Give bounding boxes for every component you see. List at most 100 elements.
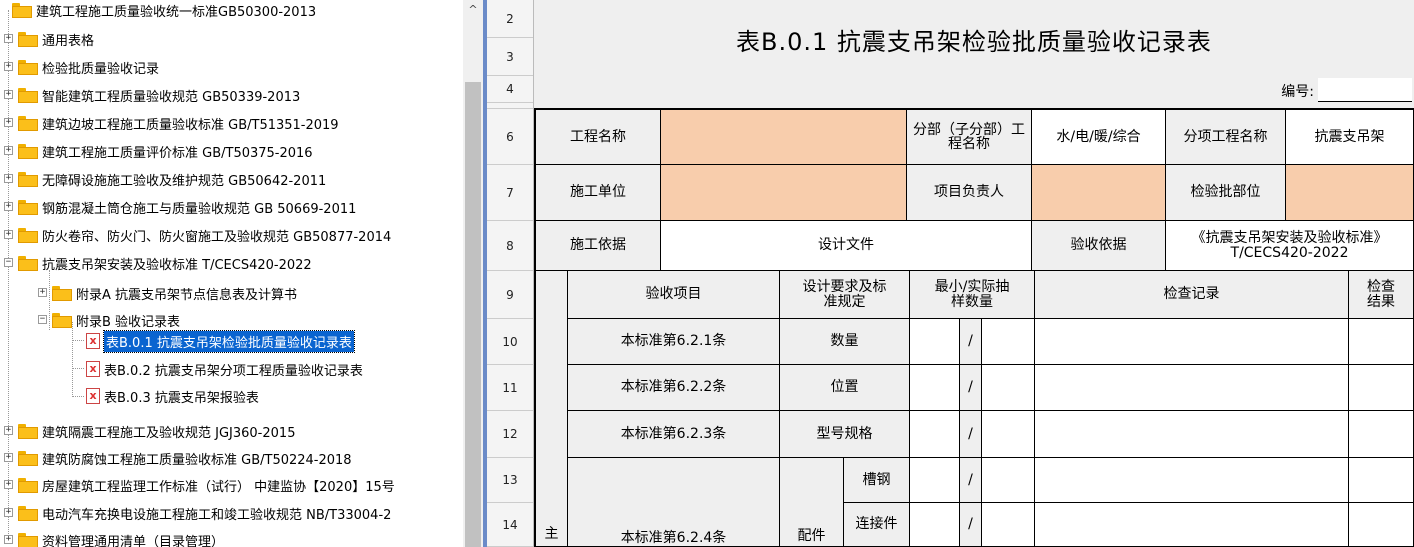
expand-icon[interactable]: + xyxy=(4,90,13,99)
min-sample-cell[interactable] xyxy=(910,503,960,547)
actual-sample-cell[interactable] xyxy=(982,503,1035,547)
tree-item[interactable]: 建筑工程施工质量评价标准 GB/T50375-2016 xyxy=(18,141,313,161)
tree-item-appendix-a[interactable]: 附录A 抗震支吊架节点信息表及计算书 xyxy=(52,283,297,303)
manager-label: 项目负责人 xyxy=(907,165,1032,221)
expand-icon[interactable]: + xyxy=(4,480,13,489)
expand-icon[interactable]: + xyxy=(4,146,13,155)
result-cell[interactable] xyxy=(1349,319,1414,365)
row-header[interactable]: 8 xyxy=(487,221,533,271)
record-cell[interactable] xyxy=(1035,503,1349,547)
tree-label: 电动汽车充换电设施工程施工和竣工验收规范 NB/T33004-2 xyxy=(42,507,392,523)
project-name-input[interactable] xyxy=(661,110,907,165)
row-header[interactable]: 3 xyxy=(487,38,533,76)
row-header[interactable]: 14 xyxy=(487,503,533,547)
tree-file-b03[interactable]: x 表B.0.3 抗震支吊架报验表 xyxy=(86,386,259,406)
record-cell[interactable] xyxy=(1035,365,1349,411)
tree-label: 建筑边坡工程施工质量验收标准 GB/T51351-2019 xyxy=(42,117,339,133)
expand-icon[interactable]: + xyxy=(4,118,13,127)
tree-item[interactable]: 检验批质量验收记录 xyxy=(18,57,159,77)
tree-connector xyxy=(49,270,50,330)
row-header[interactable]: 6 xyxy=(487,109,533,165)
slash-cell: / xyxy=(960,319,982,365)
expand-icon[interactable]: + xyxy=(4,535,13,544)
expand-icon[interactable]: + xyxy=(38,288,47,297)
row-header[interactable]: 4 xyxy=(487,76,533,103)
folder-icon xyxy=(18,450,38,466)
contractor-input[interactable] xyxy=(661,165,907,221)
tree-item[interactable]: 建筑防腐蚀工程施工质量验收标准 GB/T50224-2018 xyxy=(18,448,352,468)
row-header[interactable]: 13 xyxy=(487,458,533,503)
expand-icon[interactable]: + xyxy=(4,62,13,71)
tree-scrollbar[interactable]: ^ xyxy=(463,0,483,547)
actual-sample-cell[interactable] xyxy=(982,411,1035,458)
sub-item-value[interactable]: 抗震支吊架 xyxy=(1286,110,1414,165)
row-header[interactable]: 10 xyxy=(487,319,533,365)
scrollbar-thumb[interactable] xyxy=(465,82,481,547)
tree-item-seismic-standard[interactable]: 抗震支吊架安装及验收标准 T/CECS420-2022 xyxy=(18,253,312,273)
row-header[interactable]: 11 xyxy=(487,365,533,411)
result-cell[interactable] xyxy=(1349,411,1414,458)
requirement-cell: 槽钢 xyxy=(844,458,910,503)
tree-file-b02[interactable]: x 表B.0.2 抗震支吊架分项工程质量验收记录表 xyxy=(86,359,363,379)
tree-item[interactable]: 建筑隔震工程施工及验收规范 JGJ360-2015 xyxy=(18,421,295,441)
expand-icon[interactable]: + xyxy=(4,230,13,239)
row-header[interactable]: 9 xyxy=(487,271,533,319)
actual-sample-cell[interactable] xyxy=(982,458,1035,503)
sheet-grid[interactable]: 表B.0.1 抗震支吊架检验批质量验收记录表 编号: 工程名称 分部（子分部）工… xyxy=(534,0,1414,547)
result-cell[interactable] xyxy=(1349,503,1414,547)
tree-item[interactable]: 钢筋混凝土筒仓施工与质量验收规范 GB 50669-2011 xyxy=(18,197,356,217)
collapse-icon[interactable]: − xyxy=(38,315,47,324)
batch-location-label: 检验批部位 xyxy=(1166,165,1286,221)
acceptance-basis-value[interactable]: 《抗震支吊架安装及验收标准》T/CECS420-2022 xyxy=(1166,221,1414,271)
tree-item-appendix-b[interactable]: 附录B 验收记录表 xyxy=(52,310,180,330)
tree-item[interactable]: 房屋建筑工程监理工作标准（试行） 中建监协【2020】15号 xyxy=(18,475,395,495)
sample-header: 最小/实际抽样数量 xyxy=(910,271,1035,319)
expand-icon[interactable]: + xyxy=(4,174,13,183)
tree-item-general-forms[interactable]: 通用表格 xyxy=(18,29,94,49)
clause-cell: 本标准第6.2.2条 xyxy=(568,365,780,411)
record-cell[interactable] xyxy=(1035,411,1349,458)
tree-item[interactable]: 资料管理通用清单（目录管理） xyxy=(18,530,224,547)
file-tree[interactable]: 建筑工程施工质量验收统一标准GB50300-2013 + 通用表格 + 检验批质… xyxy=(0,0,463,547)
folder-icon xyxy=(18,31,38,47)
spreadsheet[interactable]: 2 3 4 6 7 8 9 10 11 12 13 14 表B.0.1 抗震支吊… xyxy=(487,0,1414,547)
min-sample-cell[interactable] xyxy=(910,458,960,503)
folder-icon xyxy=(18,199,38,215)
subdivision-label: 分部（子分部）工程名称 xyxy=(907,110,1032,165)
tree-label: 智能建筑工程质量验收规范 GB50339-2013 xyxy=(42,89,301,105)
result-cell[interactable] xyxy=(1349,458,1414,503)
min-sample-cell[interactable] xyxy=(910,365,960,411)
record-cell[interactable] xyxy=(1035,458,1349,503)
basis-value[interactable]: 设计文件 xyxy=(661,221,1032,271)
actual-sample-cell[interactable] xyxy=(982,365,1035,411)
number-field[interactable] xyxy=(1318,78,1412,102)
tree-label: 防火卷帘、防火门、防火窗施工及验收规范 GB50877-2014 xyxy=(42,229,392,245)
subdivision-value[interactable]: 水/电/暖/综合 xyxy=(1032,110,1166,165)
tree-item[interactable]: 智能建筑工程质量验收规范 GB50339-2013 xyxy=(18,85,300,105)
tree-item[interactable]: 建筑边坡工程施工质量验收标准 GB/T51351-2019 xyxy=(18,113,339,133)
tree-root[interactable]: 建筑工程施工质量验收统一标准GB50300-2013 xyxy=(12,0,316,20)
expand-icon[interactable]: + xyxy=(4,202,13,211)
collapse-icon[interactable]: − xyxy=(4,258,13,267)
tree-item[interactable]: 防火卷帘、防火门、防火窗施工及验收规范 GB50877-2014 xyxy=(18,225,391,245)
scroll-up-icon[interactable]: ^ xyxy=(463,0,483,20)
manager-input[interactable] xyxy=(1032,165,1166,221)
expand-icon[interactable]: + xyxy=(4,426,13,435)
actual-sample-cell[interactable] xyxy=(982,319,1035,365)
tree-file-b01[interactable]: x 表B.0.1 抗震支吊架检验批质量验收记录表 xyxy=(86,329,355,353)
row-header[interactable]: 12 xyxy=(487,411,533,458)
min-sample-cell[interactable] xyxy=(910,319,960,365)
row-header[interactable]: 7 xyxy=(487,165,533,221)
folder-open-icon xyxy=(18,255,38,271)
expand-icon[interactable]: + xyxy=(4,453,13,462)
result-cell[interactable] xyxy=(1349,365,1414,411)
record-cell[interactable] xyxy=(1035,319,1349,365)
tree-item[interactable]: 无障碍设施施工验收及维护规范 GB50642-2011 xyxy=(18,169,326,189)
design-header: 设计要求及标准规定 xyxy=(780,271,910,319)
expand-icon[interactable]: + xyxy=(4,508,13,517)
min-sample-cell[interactable] xyxy=(910,411,960,458)
row-header[interactable]: 2 xyxy=(487,0,533,38)
tree-item[interactable]: 电动汽车充换电设施工程施工和竣工验收规范 NB/T33004-2 xyxy=(18,503,391,523)
expand-icon[interactable]: + xyxy=(4,34,13,43)
batch-location-input[interactable] xyxy=(1286,165,1414,221)
